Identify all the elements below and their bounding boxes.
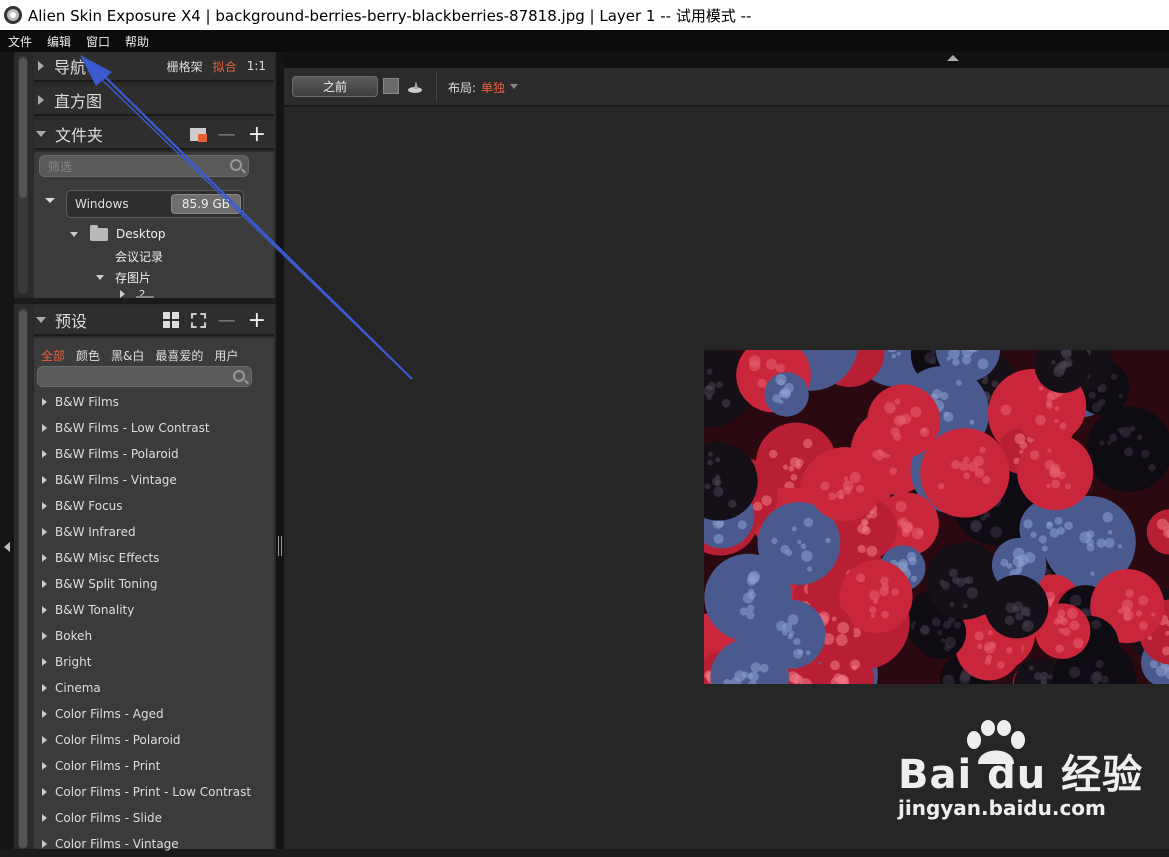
menu-window[interactable]: 窗口 [79,33,117,50]
preset-item[interactable]: Color Films - Vintage [42,831,179,857]
presets-panel: 预设 — + 全部 颜色 黑&白 最喜爱的 用户 B&W Films B&W F… [14,304,276,849]
folders-body: 筛选 [34,152,274,298]
preset-item[interactable]: B&W Tonality [42,597,134,623]
before-button[interactable]: 之前 [292,76,378,97]
fit-option[interactable]: 拟合 [213,58,237,75]
tab-all[interactable]: 全部 [41,347,65,364]
top-collapse-strip [276,52,1169,68]
preset-item[interactable]: B&W Films - Vintage [42,467,177,493]
presets-scrollbar[interactable] [18,308,28,849]
preset-item[interactable]: Color Films - Print [42,753,160,779]
preset-item[interactable]: B&W Films - Low Contrast [42,415,210,441]
panel-resize-grip[interactable] [136,296,154,298]
tree-item-desktop[interactable]: Desktop [70,227,166,241]
toolbar-separator [436,72,437,102]
navigator-header[interactable]: 导航 栅格架 拟合 1:1 [34,52,274,82]
ratio-option[interactable]: 1:1 [247,59,266,73]
divider-grip-icon[interactable] [278,536,282,556]
drive-windows[interactable]: Windows 85.9 GB [66,190,244,218]
search-icon [230,159,242,171]
background-color-swatch[interactable] [383,78,399,94]
histogram-title: 直方图 [54,88,102,112]
preset-item[interactable]: Color Films - Slide [42,805,162,831]
baidu-watermark: Bai du 经验 jingyan.baidu.com [898,720,1158,830]
preset-tabs: 全部 颜色 黑&白 最喜爱的 用户 [34,344,274,366]
panel-divider[interactable] [276,52,284,849]
preset-item[interactable]: Bright [42,649,91,675]
drive-name: Windows [75,197,129,211]
drive-size-badge: 85.9 GB [171,194,241,214]
collapse-left-icon[interactable] [4,542,10,552]
preset-item[interactable]: Cinema [42,675,101,701]
preset-item[interactable]: B&W Focus [42,493,123,519]
tree-item-saved[interactable]: 存图片 [96,269,151,286]
tree-item-meeting[interactable]: 会议记录 [115,248,163,265]
expand-icon[interactable] [38,95,44,105]
preset-item[interactable]: Color Films - Polaroid [42,727,181,753]
folder-add-icon[interactable] [190,128,206,141]
top-left-panel: 导航 栅格架 拟合 1:1 直方图 文件夹 — + 筛选 Windows 85.… [14,52,276,298]
presets-title: 预设 [55,308,87,332]
navigator-title: 导航 [54,54,86,78]
remove-preset-button[interactable]: — [218,310,236,331]
preset-item[interactable]: B&W Films [42,389,119,415]
watermark-logo: Bai du 经验 [898,742,1143,800]
preset-item[interactable]: Bokeh [42,623,92,649]
collapse-icon[interactable] [36,317,46,323]
histogram-header[interactable]: 直方图 [34,86,274,116]
collapse-top-icon[interactable] [947,55,959,61]
fullscreen-icon[interactable] [191,313,206,328]
preset-item[interactable]: B&W Infrared [42,519,136,545]
expand-icon[interactable] [38,61,44,71]
preset-item[interactable]: B&W Films - Polaroid [42,441,179,467]
grid-view-icon[interactable] [163,312,179,328]
menu-help[interactable]: 帮助 [118,33,156,50]
window-title: Alien Skin Exposure X4 | background-berr… [28,5,751,26]
tab-bw[interactable]: 黑&白 [111,347,144,364]
menu-bar: 文件 编辑 窗口 帮助 [0,30,1169,52]
tab-favorites[interactable]: 最喜爱的 [155,347,203,364]
menu-file[interactable]: 文件 [1,33,39,50]
preset-search-input[interactable] [37,366,252,387]
preset-item[interactable]: Color Films - Aged [42,701,164,727]
add-folder-button[interactable]: + [248,122,266,147]
title-bar: Alien Skin Exposure X4 | background-berr… [0,0,1169,30]
preset-item[interactable]: B&W Misc Effects [42,545,159,571]
search-icon [233,370,245,382]
preset-item[interactable]: Color Films - Print - Low Contrast [42,779,251,805]
folders-header[interactable]: 文件夹 — + [34,120,274,150]
folder-icon [90,228,108,241]
grid-option[interactable]: 栅格架 [167,58,203,75]
view-toolbar: 之前 布局: 单独 [284,68,1169,106]
layout-dropdown[interactable]: 单独 [481,79,505,96]
chevron-down-icon[interactable] [510,84,518,89]
top-panel-scrollbar[interactable] [18,56,28,294]
app-logo-icon [4,6,22,24]
watermark-url: jingyan.baidu.com [898,796,1106,820]
berries-photo[interactable] [704,350,1169,684]
presets-scroll-thumb[interactable] [19,310,27,848]
presets-header[interactable]: 预设 — + [34,306,274,336]
preset-item[interactable]: B&W Split Toning [42,571,158,597]
tab-user[interactable]: 用户 [214,347,238,364]
menu-edit[interactable]: 编辑 [40,33,78,50]
tab-color[interactable]: 颜色 [76,347,100,364]
folder-filter-input[interactable]: 筛选 [39,155,249,177]
top-panel-scroll-thumb[interactable] [19,58,27,198]
add-preset-button[interactable]: + [248,308,266,333]
layout-label: 布局: [448,79,476,96]
collapse-icon[interactable] [36,131,46,137]
left-collapse-strip[interactable] [0,52,14,849]
lamp-icon[interactable] [408,79,422,93]
drive-expand[interactable] [45,198,55,203]
folders-title: 文件夹 [55,122,103,146]
remove-folder-button[interactable]: — [218,124,236,145]
